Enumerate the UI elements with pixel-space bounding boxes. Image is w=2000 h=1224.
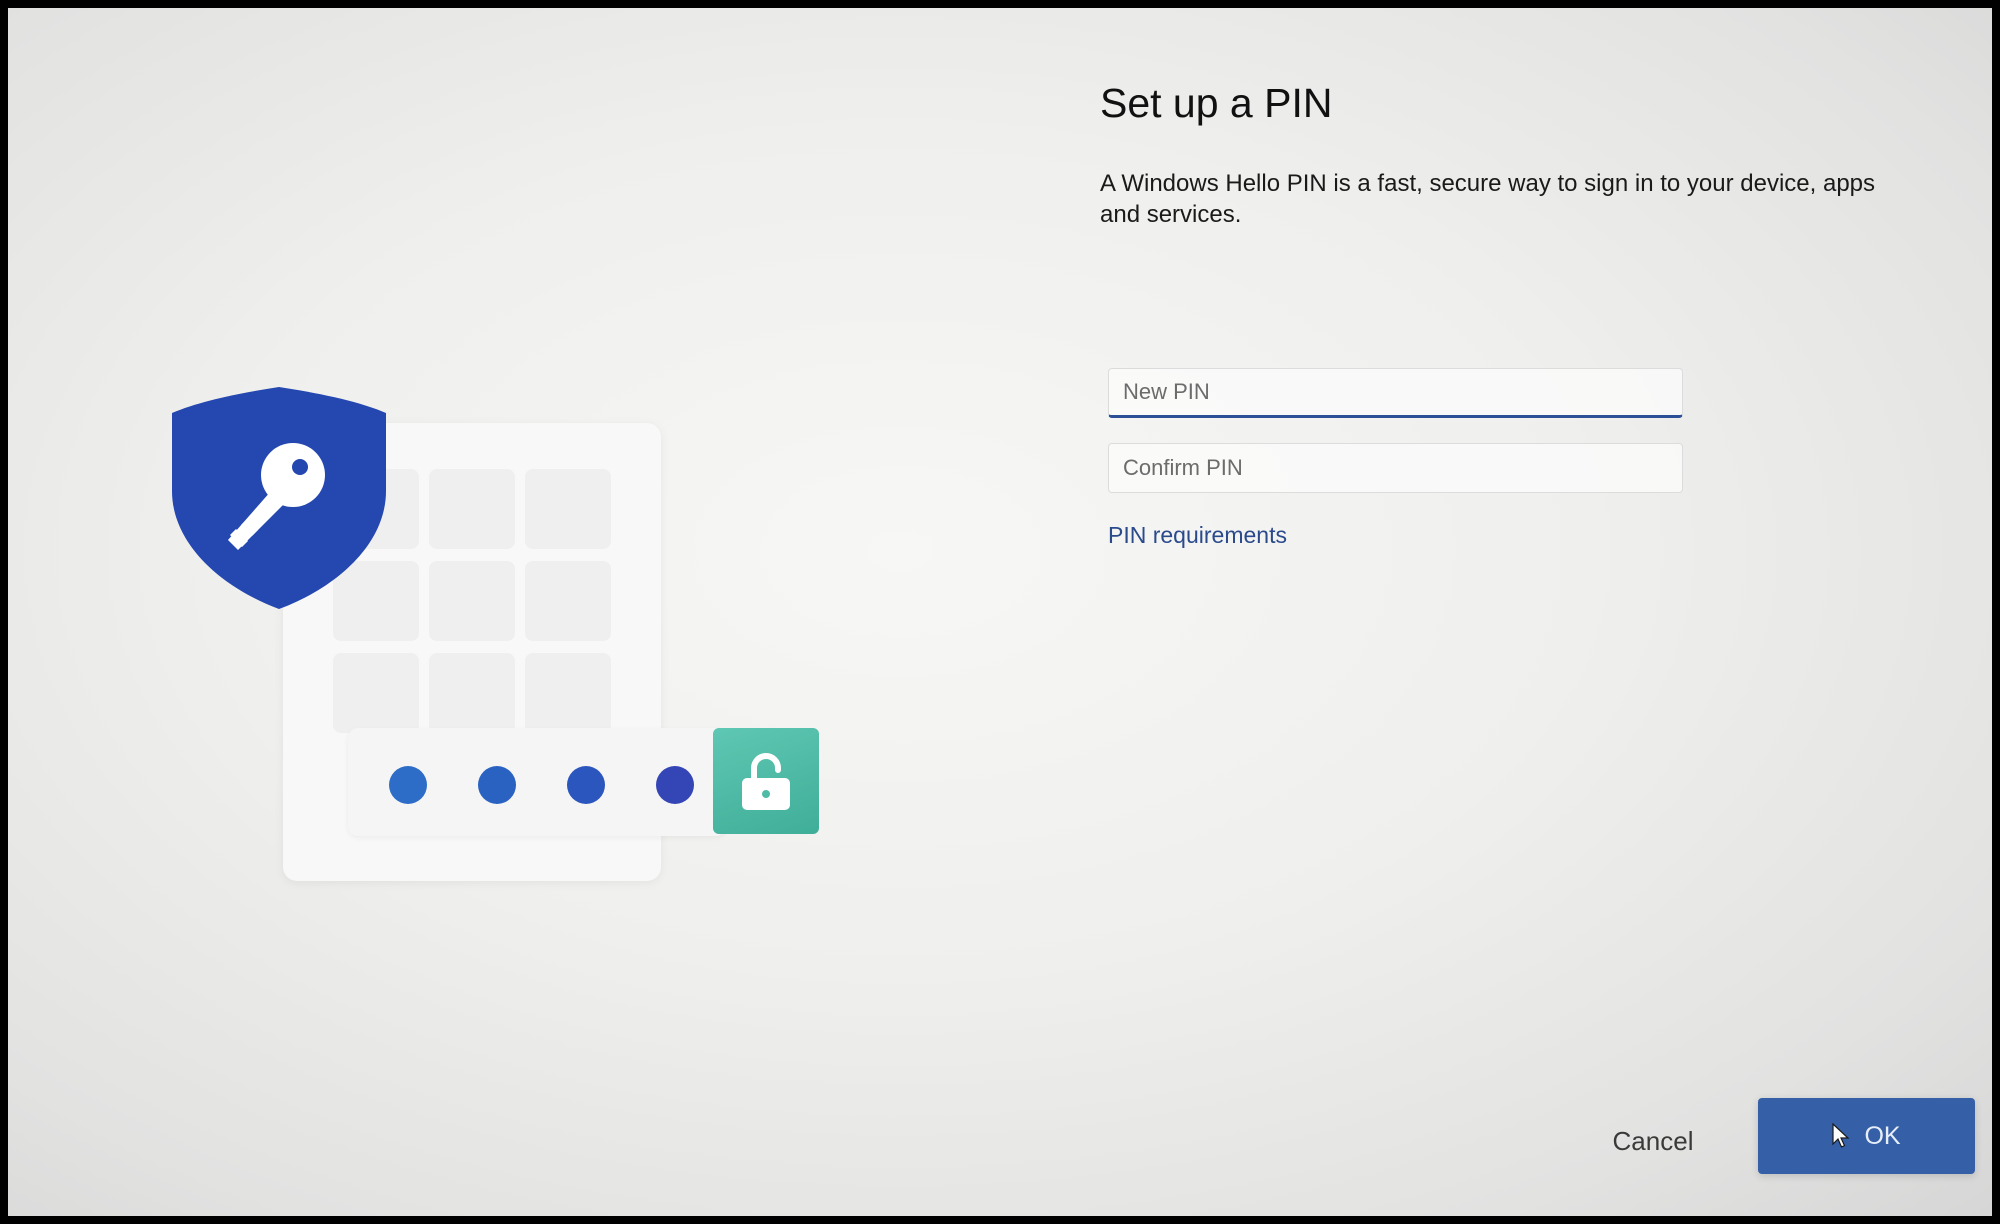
keypad-key: [429, 653, 515, 733]
pin-dot: [478, 766, 516, 804]
keypad-key: [333, 653, 419, 733]
keypad-key: [525, 561, 611, 641]
keypad-key: [525, 653, 611, 733]
unlocked-padlock-tile: [713, 728, 819, 834]
pin-dot: [567, 766, 605, 804]
new-pin-input[interactable]: [1108, 368, 1683, 418]
ok-button-label: OK: [1864, 1121, 1901, 1150]
setup-screen: Set up a PIN A Windows Hello PIN is a fa…: [8, 8, 1992, 1216]
pin-requirements-link[interactable]: PIN requirements: [1108, 522, 1287, 549]
keypad-key: [429, 561, 515, 641]
confirm-pin-input[interactable]: [1108, 443, 1683, 493]
pin-dot: [389, 766, 427, 804]
unlocked-padlock-icon: [742, 753, 790, 810]
keypad-key: [525, 469, 611, 549]
cancel-button[interactable]: Cancel: [1568, 1108, 1738, 1174]
page-title: Set up a PIN: [1100, 80, 1333, 126]
keypad-key: [429, 469, 515, 549]
ok-button[interactable]: OK: [1758, 1098, 1975, 1174]
shield-icon: [172, 387, 386, 609]
mouse-pointer-icon: [1832, 1123, 1850, 1148]
pin-dot: [656, 766, 694, 804]
pin-dots-bar: [348, 728, 726, 836]
pin-illustration: [168, 383, 828, 893]
page-description: A Windows Hello PIN is a fast, secure wa…: [1100, 170, 1876, 228]
